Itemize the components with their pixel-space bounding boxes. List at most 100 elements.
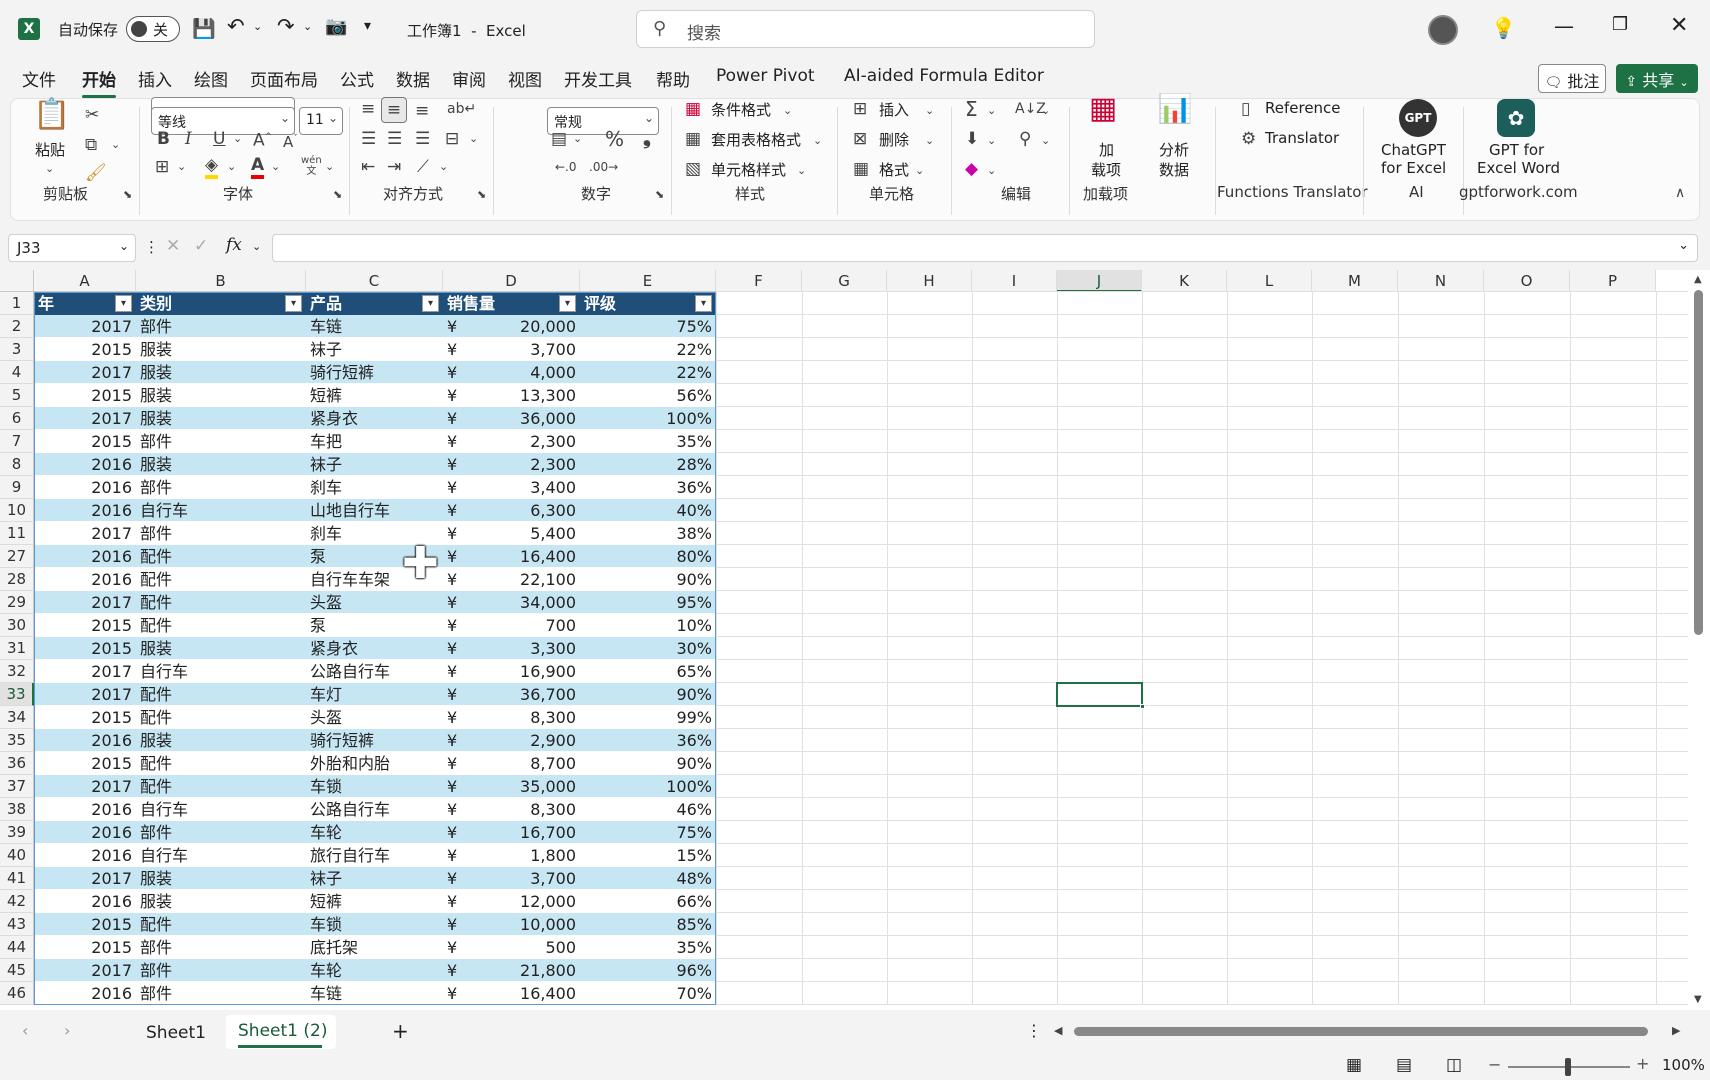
table-cell[interactable]: 48% [580,867,716,890]
column-header-b[interactable]: B [136,270,306,292]
row-header[interactable]: 32 [0,660,34,683]
fill-dropdown-icon[interactable]: ⌄ [987,131,996,151]
number-launcher-icon[interactable]: ⬊ [655,185,664,205]
autosave-toggle[interactable]: 关 [126,16,180,42]
table-cell[interactable]: 车把 [306,430,443,453]
column-header-e[interactable]: E [580,270,716,292]
fill-handle[interactable] [1140,704,1145,709]
column-header-o[interactable]: O [1484,270,1570,292]
vertical-scroll-thumb[interactable] [1694,290,1703,635]
table-cell[interactable]: 部件 [136,315,306,338]
table-cell[interactable]: 700 [473,614,580,637]
align-left-icon[interactable]: ☰ [361,129,376,149]
sheet-tab-sheet1-2[interactable]: Sheet1 (2) [226,1015,336,1049]
column-header-g[interactable]: G [802,270,887,292]
table-cell[interactable]: 服装 [136,867,306,890]
table-cell[interactable]: 部件 [136,959,306,982]
lightbulb-icon[interactable]: 💡 [1491,16,1516,40]
table-header-cell[interactable]: 年 ▾ [34,292,136,315]
table-header-cell[interactable]: 类别 ▾ [136,292,306,315]
table-cell[interactable]: ¥ [443,982,473,1005]
clear-icon[interactable]: ◆ [965,159,978,179]
table-cell[interactable]: 2017 [34,867,136,890]
save-icon[interactable]: 💾 [192,17,216,40]
table-cell[interactable]: ¥ [443,660,473,683]
row-header[interactable]: 5 [0,384,34,407]
gptforwork-line2[interactable]: Excel Word [1477,159,1560,177]
row-header[interactable]: 27 [0,545,34,568]
percent-icon[interactable]: % [605,129,624,149]
table-cell[interactable]: 2016 [34,890,136,913]
table-cell[interactable]: ¥ [443,913,473,936]
scroll-right-icon[interactable]: ▶ [1672,1024,1680,1037]
phonetic-icon[interactable]: wén 文 [301,155,322,177]
row-header[interactable]: 34 [0,706,34,729]
bold-icon[interactable]: B [157,129,170,149]
name-box[interactable]: J33 ⌄ [8,234,136,262]
table-cell[interactable]: 2015 [34,614,136,637]
row-header[interactable]: 39 [0,821,34,844]
autosum-dropdown-icon[interactable]: ⌄ [987,101,996,121]
find-select-icon[interactable]: ⚲ [1019,129,1031,149]
table-cell[interactable]: 紧身衣 [306,407,443,430]
filter-dropdown-icon[interactable]: ▾ [115,295,132,312]
find-dropdown-icon[interactable]: ⌄ [1041,131,1050,151]
table-cell[interactable]: ¥ [443,844,473,867]
table-cell[interactable]: 6,300 [473,499,580,522]
table-cell[interactable]: ¥ [443,614,473,637]
scroll-left-icon[interactable]: ◀ [1054,1024,1062,1037]
alignment-launcher-icon[interactable]: ⬊ [477,185,486,205]
decrease-font-icon[interactable]: Aˇ [283,129,298,152]
table-cell[interactable]: 21,800 [473,959,580,982]
insert-function-icon[interactable]: fx [226,235,242,255]
table-cell[interactable]: 2016 [34,568,136,591]
table-cell[interactable]: ¥ [443,499,473,522]
table-cell[interactable]: 2015 [34,706,136,729]
table-cell[interactable]: ¥ [443,568,473,591]
filter-dropdown-icon[interactable]: ▾ [422,295,439,312]
table-cell[interactable]: ¥ [443,683,473,706]
zoom-out-icon[interactable]: − [1488,1055,1501,1074]
next-sheet-icon[interactable]: › [64,1021,70,1040]
table-cell[interactable]: 16,700 [473,821,580,844]
copy-icon[interactable]: ⧉ [85,135,97,155]
table-cell[interactable]: 90% [580,752,716,775]
table-cell[interactable]: 1,800 [473,844,580,867]
table-cell[interactable]: ¥ [443,522,473,545]
merge-center-icon[interactable]: ⊟ [445,129,459,149]
row-header[interactable]: 6 [0,407,34,430]
table-cell[interactable]: 2015 [34,913,136,936]
table-cell[interactable]: 36% [580,476,716,499]
table-cell[interactable]: 90% [580,683,716,706]
row-header[interactable]: 31 [0,637,34,660]
paste-icon[interactable]: 📋 [33,100,70,141]
table-cell[interactable]: 3,700 [473,867,580,890]
function-dropdown-icon[interactable]: ⌄ [252,240,261,253]
table-cell[interactable]: 99% [580,706,716,729]
insert-dropdown-icon[interactable]: ⌄ [925,101,934,121]
font-color-dropdown-icon[interactable]: ⌄ [271,157,280,177]
increase-decimal-icon[interactable]: ←.0 [555,157,577,177]
column-header-k[interactable]: K [1142,270,1227,292]
table-cell[interactable]: 车锁 [306,913,443,936]
sheet-options-icon[interactable]: ⋮ [1026,1021,1042,1040]
tab-data[interactable]: 数据 [396,66,430,91]
row-header[interactable]: 11 [0,522,34,545]
analyze-data-line2[interactable]: 数据 [1159,159,1189,180]
row-header[interactable]: 4 [0,361,34,384]
table-cell[interactable]: ¥ [443,591,473,614]
table-cell[interactable]: 配件 [136,752,306,775]
table-cell[interactable]: 服装 [136,637,306,660]
close-icon[interactable]: ✕ [1670,13,1688,38]
insert-cells-icon[interactable]: ⊞ [853,99,867,119]
table-cell[interactable]: ¥ [443,706,473,729]
row-header[interactable]: 9 [0,476,34,499]
collapse-ribbon-icon[interactable]: ∧ [1675,183,1685,203]
autosum-icon[interactable]: Σ [965,99,978,119]
table-cell[interactable]: ¥ [443,752,473,775]
table-cell[interactable]: 95% [580,591,716,614]
delete-cells-icon[interactable]: ⊠ [853,129,867,149]
table-cell[interactable]: 35% [580,430,716,453]
chatgpt-line2[interactable]: for Excel [1381,159,1446,177]
table-cell[interactable]: ¥ [443,775,473,798]
